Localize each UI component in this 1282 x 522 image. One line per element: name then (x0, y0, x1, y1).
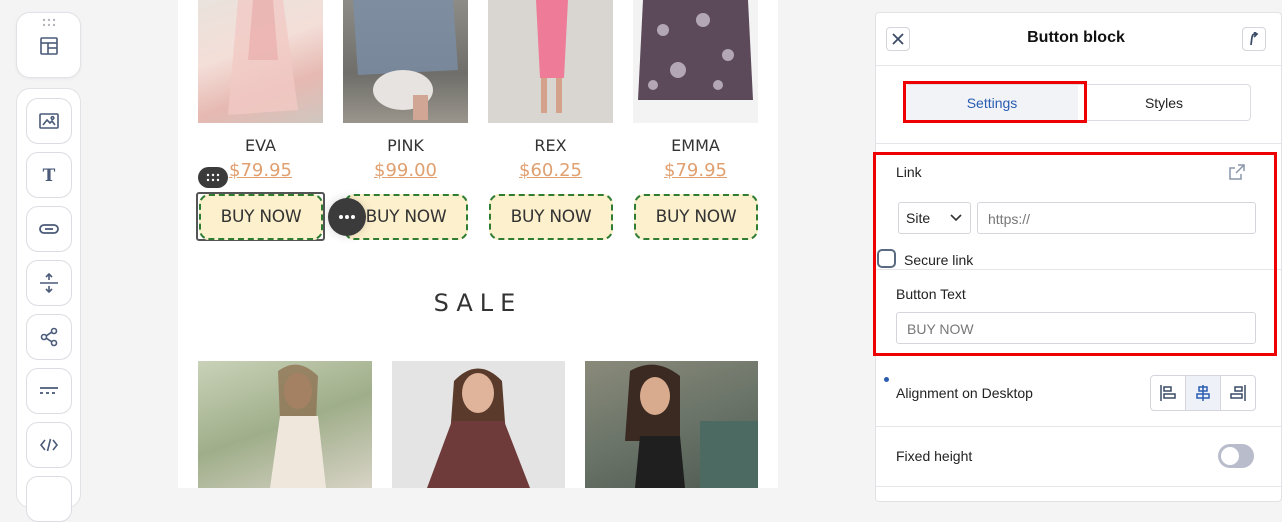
align-center-button[interactable] (1186, 376, 1221, 410)
product-price[interactable]: $60.25 (488, 160, 613, 181)
product-photo-emma (633, 0, 758, 123)
social-tool-button[interactable] (26, 314, 72, 360)
text-icon: T (43, 166, 56, 186)
alignment-group (1150, 375, 1256, 411)
sale-photo-1 (198, 361, 372, 488)
image-icon (39, 113, 59, 129)
button-tool-button[interactable] (26, 206, 72, 252)
buy-now-button[interactable]: BUY NOW (489, 194, 613, 240)
sale-photo-3 (585, 361, 758, 488)
sale-photo-2 (392, 361, 565, 488)
svg-text:T: T (43, 166, 56, 186)
html-tool-button[interactable] (26, 422, 72, 468)
product-name: EMMA (671, 136, 720, 155)
product-photo-rex (488, 0, 613, 123)
align-center-icon (1196, 385, 1210, 401)
content-tools: T (16, 88, 81, 522)
buy-now-button[interactable]: BUY NOW (634, 194, 758, 240)
drag-handle[interactable] (198, 167, 228, 188)
align-left-button[interactable] (1151, 376, 1186, 410)
spacer-tool-button[interactable] (26, 368, 72, 414)
code-icon (39, 438, 59, 452)
divider (876, 65, 1281, 66)
link-section-highlight (873, 152, 1277, 356)
product-price[interactable]: $99.00 (343, 160, 468, 181)
divider-tool-button[interactable] (26, 260, 72, 306)
spacer-icon (40, 387, 58, 394)
product-photo-pink (343, 0, 468, 123)
block-menu-button[interactable] (328, 198, 366, 236)
divider-icon (40, 272, 58, 294)
drag-grip-icon (206, 173, 220, 182)
divider (876, 426, 1281, 427)
sale-heading: SALE (433, 289, 523, 317)
buy-now-button[interactable]: BUY NOW (199, 194, 323, 240)
align-left-icon (1160, 385, 1176, 401)
changed-indicator (884, 377, 889, 382)
product-name: PINK (387, 136, 424, 155)
more-tool-button[interactable] (26, 476, 72, 522)
drag-grip-icon[interactable] (42, 18, 56, 27)
tab-styles[interactable]: Styles (1078, 85, 1250, 120)
layout-icon[interactable] (38, 35, 60, 57)
divider (876, 143, 1281, 144)
fixed-height-label: Fixed height (896, 448, 973, 464)
panel-title: Button block (1027, 29, 1125, 46)
settings-tab-highlight (903, 81, 1087, 123)
product-price[interactable]: $79.95 (633, 160, 758, 181)
share-icon (40, 327, 58, 347)
product-name: REX (534, 136, 567, 155)
product-name: EVA (245, 136, 276, 155)
image-tool-button[interactable] (26, 98, 72, 144)
divider (876, 486, 1281, 487)
product-photo-eva (198, 0, 323, 123)
text-tool-button[interactable]: T (26, 152, 72, 198)
go-to-parent-button[interactable] (1242, 27, 1266, 51)
fixed-height-toggle[interactable] (1218, 444, 1254, 468)
align-right-icon (1230, 385, 1246, 401)
more-dots-icon (339, 215, 355, 219)
layout-tool-card (16, 12, 81, 78)
alignment-label: Alignment on Desktop (896, 385, 1033, 401)
button-icon (39, 224, 59, 234)
arrow-up-icon (1250, 32, 1259, 46)
align-right-button[interactable] (1221, 376, 1255, 410)
email-canvas: EVA PINK REX EMMA $79.95 $99.00 $60.25 $… (178, 0, 778, 488)
